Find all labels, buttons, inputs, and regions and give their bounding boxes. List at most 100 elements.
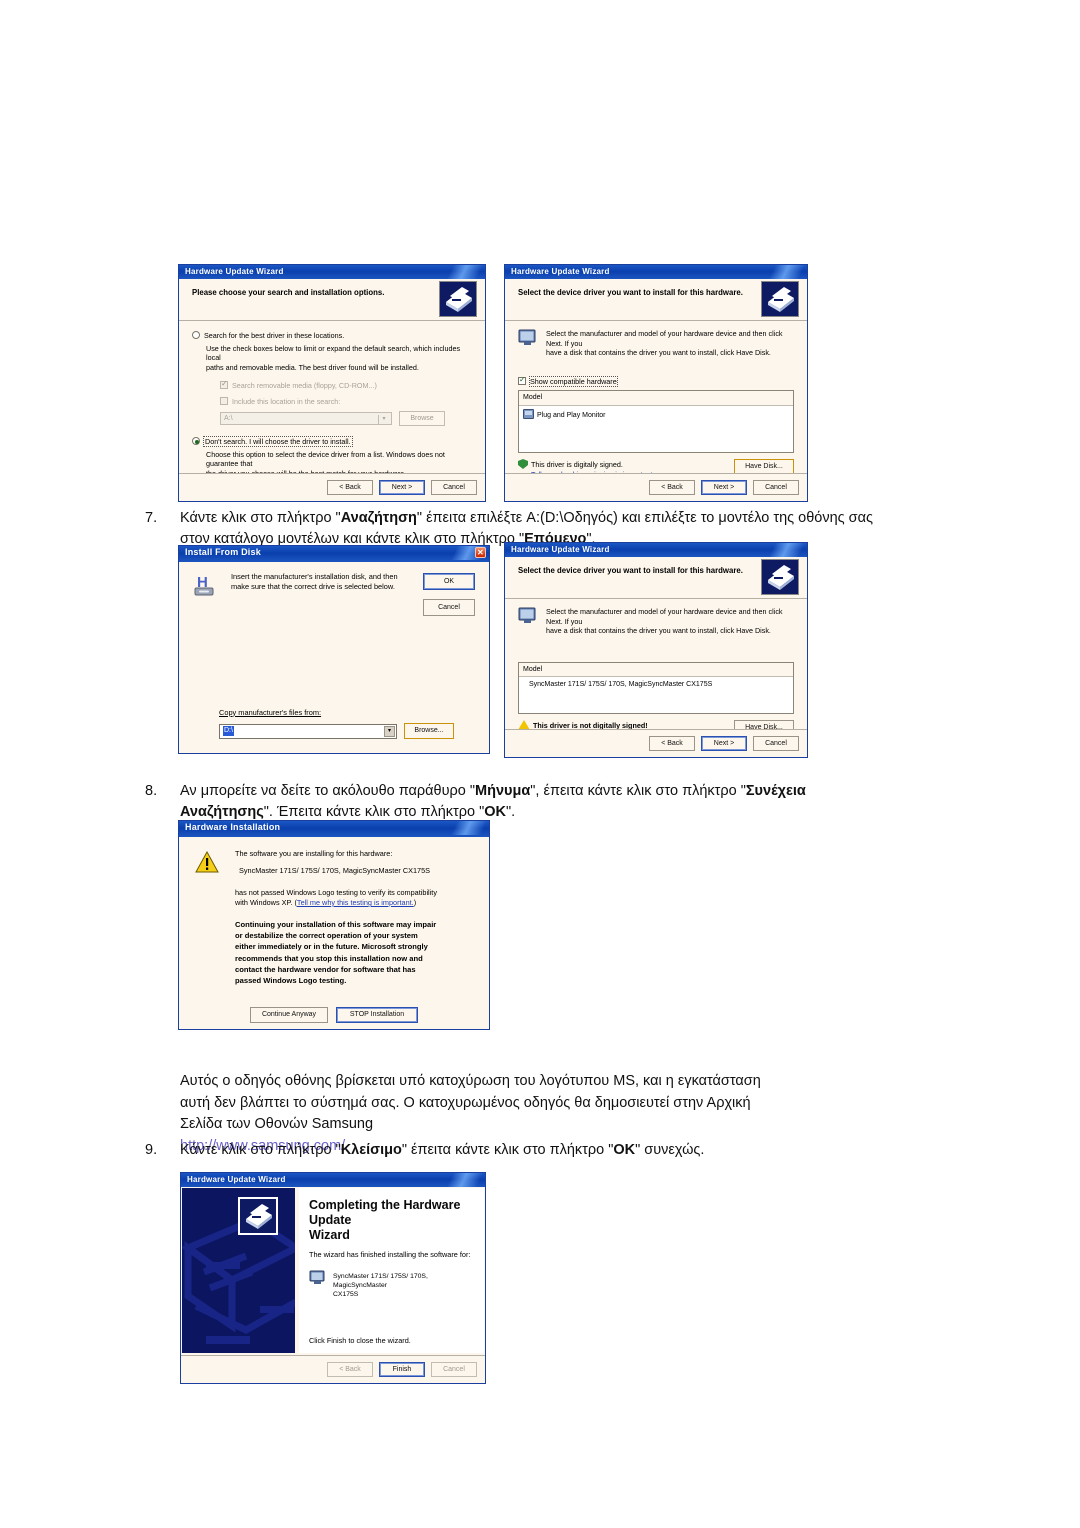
install-warning-paragraph: Continuing your installation of this sof… [235, 920, 437, 986]
window-title: Hardware Update Wizard [187, 1175, 286, 1184]
step-9-text: Κάντε κλικ στο πλήκτρο "Κλείσιμο" έπειτα… [180, 1142, 705, 1158]
driver-box-icon [768, 287, 794, 312]
model-column-header: Model [519, 391, 793, 406]
cancel-button[interactable]: Cancel [431, 1362, 477, 1377]
chevron-down-icon[interactable]: ▾ [378, 415, 389, 424]
titlebar[interactable]: Hardware Update Wizard [505, 265, 807, 279]
info-line2: have a disk that contains the driver you… [546, 348, 771, 357]
step-9-number: 9. [145, 1142, 158, 1158]
warning-triangle-icon [518, 719, 530, 730]
finish-button[interactable]: Finish [379, 1362, 425, 1377]
step-8: 8. Αν μπορείτε να δείτε το ακόλουθο παρά… [145, 781, 885, 823]
monitor-small-icon [523, 408, 534, 419]
radio-dont-search-label: Don't search. I will choose the driver t… [203, 436, 353, 447]
svg-text:H: H [197, 574, 208, 591]
chevron-down-icon[interactable]: ▾ [384, 725, 395, 737]
dialog-hardware-installation: Hardware Installation The software you a… [178, 820, 490, 1030]
titlebar-swoosh [759, 265, 807, 279]
why-testing-link[interactable]: Tell me why this testing is important. [297, 898, 414, 907]
checkbox-search-removable-media[interactable] [220, 379, 228, 389]
installed-device-line1: SyncMaster 171S/ 175S/ 170S, MagicSyncMa… [333, 1272, 428, 1289]
option-search-removable-media[interactable]: Search removable media (floppy, CD-ROM..… [220, 379, 472, 391]
wizard-footer: < Back Next > Cancel [179, 473, 485, 501]
dialog-select-device-driver-unsigned: Hardware Update Wizard Select the device… [504, 542, 808, 758]
wizard-header: Select the device driver you want to ins… [505, 557, 807, 599]
have-disk-button[interactable]: Have Disk... [734, 459, 794, 474]
titlebar[interactable]: Hardware Update Wizard [179, 265, 485, 279]
stop-installation-button[interactable]: STOP Installation [336, 1007, 418, 1023]
titlebar[interactable]: Hardware Installation [179, 821, 489, 837]
browse-button[interactable]: Browse [399, 411, 445, 426]
option-dont-search[interactable]: Don't search. I will choose the driver t… [192, 436, 472, 447]
wizard-footer: < Back Next > Cancel [505, 729, 807, 757]
continue-anyway-button[interactable]: Continue Anyway [250, 1007, 328, 1023]
install-msg-line1: The software you are installing for this… [235, 849, 393, 858]
radio-dont-search[interactable] [192, 437, 200, 445]
wizard-subtitle: The wizard has finished installing the s… [309, 1250, 471, 1259]
wizard-footer: < Back Next > Cancel [505, 473, 807, 501]
cancel-button[interactable]: Cancel [431, 480, 477, 495]
back-button[interactable]: < Back [327, 480, 373, 495]
monitor-icon [518, 607, 536, 623]
option-include-location[interactable]: Include this location in the search: [220, 396, 472, 407]
monitor-icon [309, 1270, 325, 1284]
window-title: Hardware Update Wizard [511, 545, 610, 554]
model-listbox[interactable]: Model Plug and Play Monitor [518, 390, 794, 453]
ok-button[interactable]: OK [423, 573, 475, 590]
driver-box-icon [246, 1204, 272, 1229]
next-button[interactable]: Next > [701, 480, 747, 495]
info-line2: have a disk that contains the driver you… [546, 626, 771, 635]
back-button[interactable]: < Back [649, 736, 695, 751]
titlebar[interactable]: Hardware Update Wizard [505, 543, 807, 557]
option-search-best-driver[interactable]: Search for the best driver in these loca… [192, 331, 472, 341]
driver-signed-status: This driver is digitally signed. [518, 459, 734, 470]
dialog-body: H Insert the manufacturer's installation… [179, 562, 489, 753]
titlebar[interactable]: Hardware Update Wizard [181, 1173, 485, 1187]
cancel-button[interactable]: Cancel [753, 480, 799, 495]
back-button[interactable]: < Back [327, 1362, 373, 1377]
back-button[interactable]: < Back [649, 480, 695, 495]
wizard-header: Select the device driver you want to ins… [505, 279, 807, 321]
close-icon[interactable]: ✕ [475, 547, 486, 558]
dialog-body: The software you are installing for this… [179, 837, 489, 986]
model-list-item[interactable]: Plug and Play Monitor [519, 406, 793, 424]
model-list-item-label: SyncMaster 171S/ 175S/ 170S, MagicSyncMa… [529, 681, 713, 688]
next-button[interactable]: Next > [701, 736, 747, 751]
copy-path-combobox[interactable]: D:\ ▾ [219, 723, 397, 739]
driver-box-icon [446, 287, 472, 312]
checkbox-show-compatible-hardware[interactable] [518, 375, 526, 385]
wizard-side-panel [182, 1188, 295, 1353]
model-list-item[interactable]: SyncMaster 171S/ 175S/ 170S, MagicSyncMa… [519, 677, 793, 693]
option-show-compatible-hardware[interactable]: Show compatible hardware [518, 375, 794, 387]
model-listbox[interactable]: Model SyncMaster 171S/ 175S/ 170S, Magic… [518, 661, 794, 714]
wizard-icon [761, 559, 799, 595]
device-icon [518, 607, 538, 636]
window-title: Hardware Update Wizard [185, 267, 284, 276]
wizard-icon [439, 281, 477, 317]
step-9: 9. Κάντε κλικ στο πλήκτρο "Κλείσιμο" έπε… [145, 1140, 885, 1161]
wizard-footer: < Back Finish Cancel [181, 1355, 485, 1383]
cancel-button[interactable]: Cancel [753, 736, 799, 751]
dialog-select-device-driver-compatible: Hardware Update Wizard Select the device… [504, 264, 808, 502]
model-column-header: Model [519, 662, 793, 677]
driver-signed-status-label: This driver is digitally signed. [531, 460, 623, 469]
titlebar-swoosh [437, 1173, 485, 1187]
titlebar[interactable]: Install From Disk ✕ [179, 546, 489, 562]
browse-button[interactable]: Browse... [404, 723, 454, 739]
next-button[interactable]: Next > [379, 480, 425, 495]
info-line1: Select the manufacturer and model of you… [546, 607, 783, 626]
radio-search-best-driver-label: Search for the best driver in these loca… [204, 331, 345, 340]
location-path-combobox[interactable]: A:\ ▾ [220, 412, 392, 425]
dialog-completing-hardware-update-wizard: Hardware Update Wizard Completing the Ha… [180, 1172, 486, 1384]
cancel-button[interactable]: Cancel [423, 599, 475, 616]
floppy-disk-icon: H [191, 574, 217, 598]
info-line1: Select the manufacturer and model of you… [546, 329, 783, 348]
wizard-body: Select the manufacturer and model of you… [505, 321, 807, 479]
install-msg-line3: with Windows XP. (Tell me why this testi… [235, 898, 417, 907]
wizard-icon [238, 1197, 278, 1235]
titlebar-swoosh [437, 265, 485, 279]
shield-icon [518, 459, 528, 469]
radio-search-best-driver[interactable] [192, 331, 200, 339]
checkbox-include-location[interactable] [220, 396, 228, 405]
note-line-1: Αυτός ο οδηγός οθόνης βρίσκεται υπό κατο… [180, 1073, 761, 1089]
